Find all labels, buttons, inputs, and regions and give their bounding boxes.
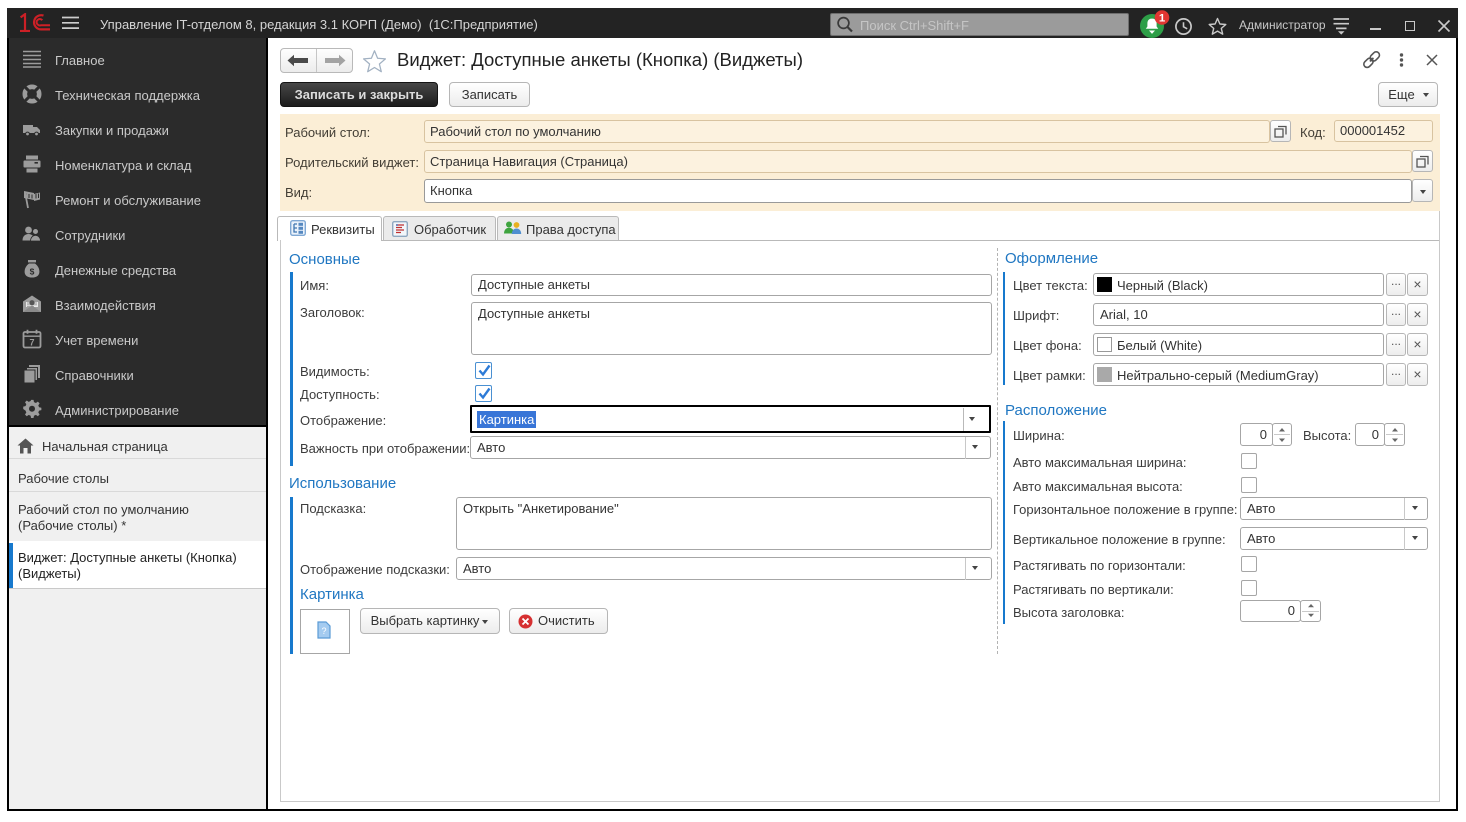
- svg-text:?: ?: [321, 626, 326, 636]
- svg-text:7: 7: [29, 338, 34, 348]
- svg-text:$: $: [30, 267, 35, 277]
- svg-text:1: 1: [1159, 12, 1166, 24]
